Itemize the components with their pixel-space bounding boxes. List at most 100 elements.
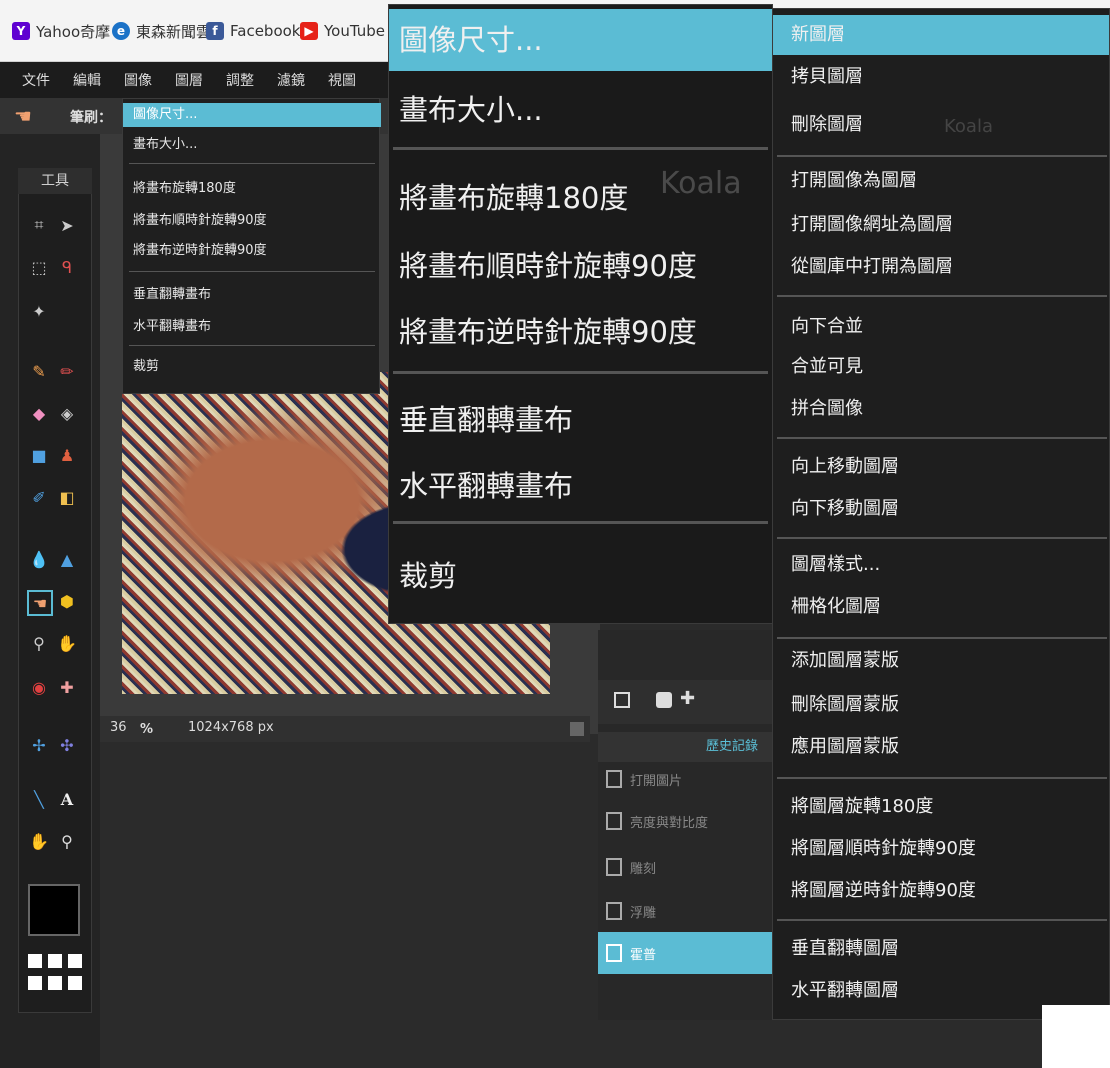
menu-view[interactable]: 視圖 — [305, 70, 356, 90]
bloat-tool-icon[interactable]: ✢ — [28, 734, 50, 756]
menu-item-flatten-image[interactable]: 拼合圖像 — [791, 389, 863, 429]
menu-item-layer-styles[interactable]: 圖層樣式... — [791, 545, 880, 585]
menu-item-duplicate-layer[interactable]: 拷貝圖層 — [791, 57, 863, 97]
history-item[interactable]: 打開圖片 — [606, 758, 780, 800]
menu-layer[interactable]: 圖層 — [152, 70, 203, 90]
menu-item-rasterize-layer[interactable]: 柵格化圖層 — [791, 587, 881, 627]
history-item-active[interactable]: 霍普 — [598, 932, 780, 974]
smudge-tool-icon[interactable]: ☚ — [27, 590, 53, 616]
history-item[interactable]: 雕刻 — [606, 846, 780, 888]
menu-item-rotate-180[interactable]: 將畫布旋轉180度 — [399, 167, 628, 229]
sharpen-tool-icon[interactable]: ▲ — [56, 548, 78, 570]
menu-adjust[interactable]: 調整 — [203, 70, 254, 90]
menu-item-rotate-layer-ccw-90[interactable]: 將圖層逆時針旋轉90度 — [791, 871, 976, 911]
history-label: 亮度與對比度 — [630, 815, 709, 831]
menu-item-merge-down[interactable]: 向下合並 — [791, 307, 863, 347]
menu-item-canvas-size[interactable]: 畫布大小... — [133, 133, 197, 157]
hand-tool-icon[interactable]: ✋ — [28, 830, 50, 852]
gradient-tool-icon[interactable]: ■ — [28, 444, 50, 466]
menu-item-delete-layer-mask[interactable]: 刪除圖層蒙版 — [791, 685, 899, 725]
dodge-tool-icon[interactable]: ⚲ — [28, 632, 50, 654]
grid-icon[interactable] — [28, 950, 82, 990]
menu-item-rotate-cw-90[interactable]: 將畫布順時針旋轉90度 — [133, 209, 267, 233]
color-swatch[interactable] — [28, 884, 80, 936]
menu-item-new-layer[interactable]: 新圖層 — [773, 15, 1109, 55]
blank-area — [1042, 1005, 1110, 1068]
history-label: 打開圖片 — [630, 773, 683, 789]
menu-item-flip-horizontal[interactable]: 水平翻轉畫布 — [399, 455, 573, 517]
bucket-tool-icon[interactable]: ◈ — [56, 402, 78, 424]
layer-mask-icon[interactable] — [656, 692, 672, 708]
menu-item-flip-layer-vertical[interactable]: 垂直翻轉圖層 — [791, 929, 899, 969]
menu-filter[interactable]: 濾鏡 — [254, 70, 305, 90]
lasso-tool-icon[interactable]: ᑫ — [56, 256, 78, 278]
magic-wand-icon[interactable]: ✦ — [28, 300, 50, 322]
smudge-tool-icon: ☚ — [14, 104, 32, 128]
new-layer-icon[interactable]: ✚ — [680, 688, 695, 709]
zoom-value[interactable]: 36 — [110, 720, 127, 735]
menu-separator — [393, 371, 768, 374]
bookmark-label: Facebook — [230, 22, 301, 40]
menu-file[interactable]: 文件 — [0, 70, 50, 90]
menu-item-open-library-as-layer[interactable]: 從圖庫中打開為圖層 — [791, 247, 953, 287]
layer-settings-icon[interactable] — [614, 692, 630, 708]
menu-item-rotate-ccw-90[interactable]: 將畫布逆時針旋轉90度 — [133, 239, 267, 263]
menu-item-merge-visible[interactable]: 合並可見 — [791, 347, 863, 387]
menu-item-image-size[interactable]: 圖像尺寸... — [389, 9, 772, 71]
menu-item-rotate-cw-90[interactable]: 將畫布順時針旋轉90度 — [399, 235, 697, 297]
bookmark-label: 東森新聞雲 — [136, 22, 212, 41]
text-tool-icon[interactable]: A — [56, 788, 78, 810]
bookmark-youtube[interactable]: ▶ YouTube — [300, 18, 385, 44]
menu-item-add-layer-mask[interactable]: 添加圖層蒙版 — [791, 641, 899, 681]
red-eye-tool-icon[interactable]: ◉ — [28, 676, 50, 698]
move-tool-icon[interactable]: ➤ — [56, 214, 78, 236]
marquee-tool-icon[interactable]: ⬚ — [28, 256, 50, 278]
menu-item-apply-layer-mask[interactable]: 應用圖層蒙版 — [791, 727, 899, 767]
history-label: 浮雕 — [630, 905, 657, 921]
menu-item-rotate-180[interactable]: 將畫布旋轉180度 — [133, 177, 236, 201]
history-item[interactable]: 浮雕 — [606, 890, 780, 932]
stamp-tool-icon[interactable]: ♟ — [56, 444, 78, 466]
sponge-tool-icon[interactable]: ⬢ — [56, 590, 78, 612]
menu-item-rotate-layer-cw-90[interactable]: 將圖層順時針旋轉90度 — [791, 829, 976, 869]
menu-item-flip-vertical[interactable]: 垂直翻轉畫布 — [133, 283, 211, 307]
crop-tool-icon[interactable]: ⌗ — [28, 214, 50, 236]
bookmark-yahoo[interactable]: Y Yahoo奇摩 — [12, 18, 110, 44]
facebook-icon: f — [206, 22, 224, 40]
bookmark-label: YouTube — [324, 22, 385, 40]
menu-item-flip-layer-horizontal[interactable]: 水平翻轉圖層 — [791, 971, 899, 1011]
eraser-tool-icon[interactable]: ◆ — [28, 402, 50, 424]
pinch-tool-icon[interactable]: ✣ — [56, 734, 78, 756]
color-replace-icon[interactable]: ✐ — [28, 486, 50, 508]
brush-tool-icon[interactable]: ✏ — [56, 360, 78, 382]
bookmark-ettoday[interactable]: e 東森新聞雲 — [112, 18, 211, 44]
history-icon — [606, 858, 622, 876]
menu-item-crop[interactable]: 裁剪 — [133, 355, 159, 379]
menu-item-open-url-as-layer[interactable]: 打開圖像網址為圖層 — [791, 205, 953, 245]
menu-item-move-layer-up[interactable]: 向上移動圖層 — [791, 447, 899, 487]
menu-separator — [777, 437, 1107, 439]
menu-item-flip-horizontal[interactable]: 水平翻轉畫布 — [133, 315, 211, 339]
menu-item-rotate-layer-180[interactable]: 將圖層旋轉180度 — [791, 787, 933, 827]
spot-heal-tool-icon[interactable]: ✚ — [56, 676, 78, 698]
menu-item-rotate-ccw-90[interactable]: 將畫布逆時針旋轉90度 — [399, 301, 697, 363]
menu-edit[interactable]: 編輯 — [50, 70, 101, 90]
menu-item-canvas-size[interactable]: 畫布大小... — [399, 79, 543, 141]
youtube-icon: ▶ — [300, 22, 318, 40]
history-item[interactable]: 亮度與對比度 — [606, 800, 780, 842]
zoom-tool-icon[interactable]: ⚲ — [56, 830, 78, 852]
menu-item-image-size[interactable]: 圖像尺寸... — [123, 103, 381, 127]
burn-tool-icon[interactable]: ✋ — [56, 632, 78, 654]
menu-item-delete-layer[interactable]: 刪除圖層 — [791, 105, 863, 145]
menu-item-crop[interactable]: 裁剪 — [399, 545, 457, 607]
resize-handle-icon[interactable] — [570, 722, 584, 736]
menu-image[interactable]: 圖像 — [101, 70, 152, 90]
blur-tool-icon[interactable]: 💧 — [28, 548, 50, 570]
bookmark-facebook[interactable]: f Facebook — [206, 18, 300, 44]
draw-tool-icon[interactable]: ◧ — [56, 486, 78, 508]
picker-tool-icon[interactable]: ╲ — [28, 788, 50, 810]
menu-item-open-image-as-layer[interactable]: 打開圖像為圖層 — [791, 161, 917, 201]
menu-item-move-layer-down[interactable]: 向下移動圖層 — [791, 489, 899, 529]
menu-item-flip-vertical[interactable]: 垂直翻轉畫布 — [399, 389, 573, 451]
pencil-tool-icon[interactable]: ✎ — [28, 360, 50, 382]
